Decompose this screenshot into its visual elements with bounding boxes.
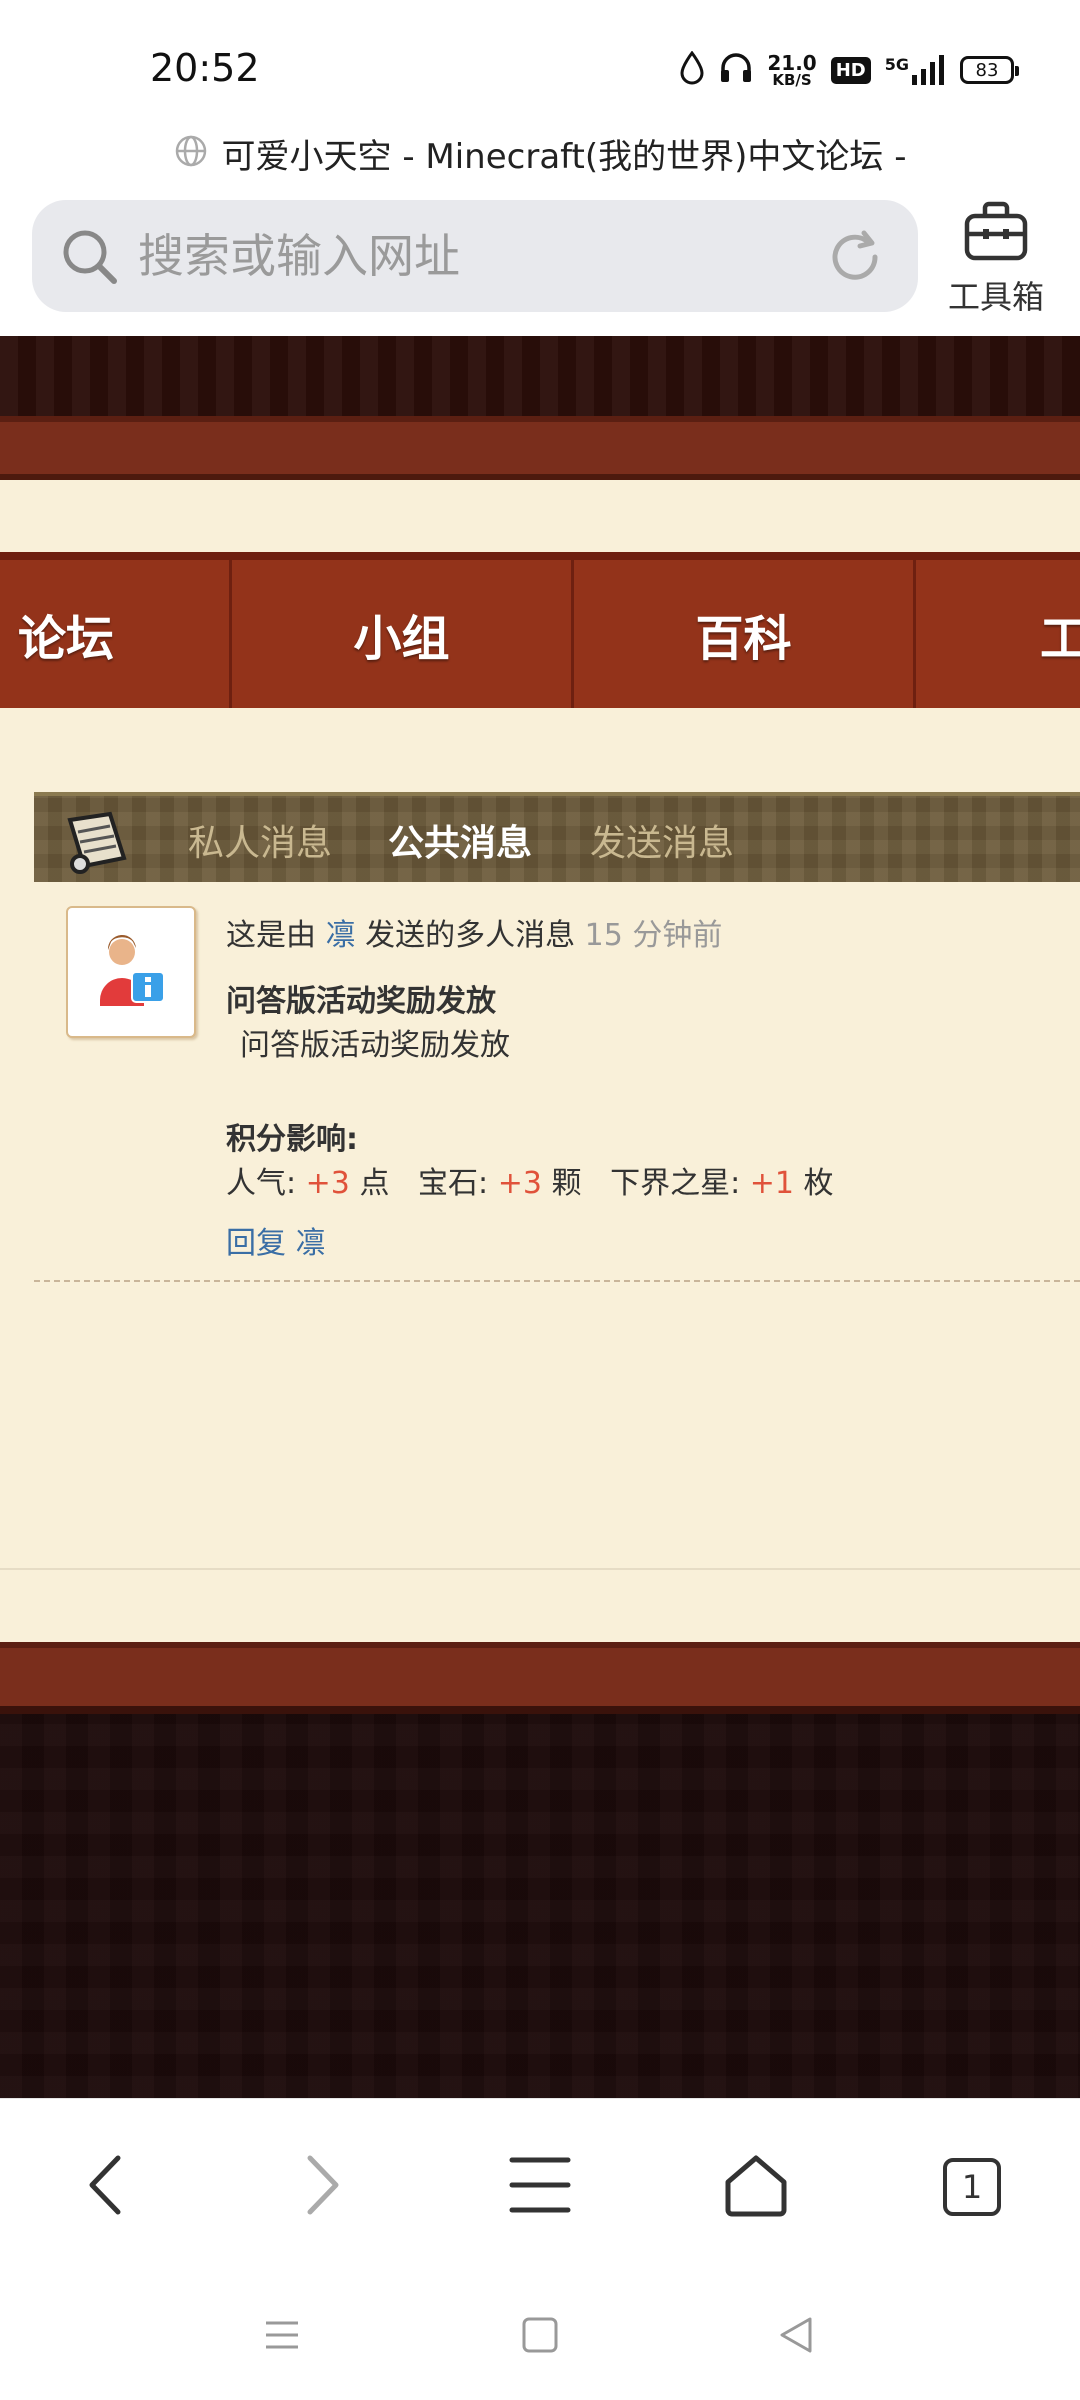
globe-icon <box>174 134 208 172</box>
nav-item-tools[interactable]: 工 <box>916 560 1080 708</box>
speed-value: 21.0 <box>767 50 817 75</box>
score-label: 积分影响: <box>226 1122 358 1157</box>
reply-label: 回复 <box>226 1226 286 1261</box>
sender-link[interactable]: 凛 <box>326 918 356 953</box>
nav-item-forum[interactable]: 论坛 <box>0 560 232 708</box>
menu-icon <box>508 2154 572 2220</box>
message-body: 问答版活动奖励发放 <box>240 1028 510 1063</box>
nav-item-wiki[interactable]: 百科 <box>574 560 916 708</box>
signal-5g-icon: 5G <box>885 55 946 85</box>
tab-send-message[interactable]: 发送消息 <box>590 814 734 866</box>
nav-item-group[interactable]: 小组 <box>232 560 574 708</box>
chevron-right-icon <box>300 2152 344 2222</box>
site-header-bg <box>0 336 1080 416</box>
reply-link[interactable]: 回复 凛 <box>226 1218 326 1262</box>
square-icon <box>520 2315 560 2359</box>
screen: 20:52 21.0 KB/S HD 5G 83 可爱小天空 - Minecra… <box>0 0 1080 2400</box>
message-prefix: 这是由 <box>226 918 316 953</box>
recent-apps-button[interactable] <box>252 2312 312 2362</box>
menu-button[interactable] <box>500 2147 580 2227</box>
triangle-back-icon <box>776 2315 816 2359</box>
message-time: 15 分钟前 <box>584 918 723 953</box>
avatar[interactable] <box>66 906 196 1038</box>
network-speed: 21.0 KB/S <box>767 53 816 88</box>
web-content: 论坛 小组 百科 工 私人消息 公共消息 发送消息 这是由 凛 发送的多人消息 … <box>0 336 1080 2098</box>
home-button[interactable] <box>716 2147 796 2227</box>
address-bar[interactable] <box>32 200 918 312</box>
browser-toolbar: 1 <box>0 2098 1080 2268</box>
score-nether-star-unit: 枚 <box>803 1166 834 1201</box>
refresh-icon[interactable] <box>826 228 884 290</box>
tab-count-icon: 1 <box>943 2158 1001 2216</box>
system-nav-bar <box>0 2268 1080 2400</box>
site-header-stripe <box>0 416 1080 480</box>
site-footer-stripe <box>0 1642 1080 1714</box>
tab-count: 1 <box>961 2168 983 2206</box>
tabs-button[interactable]: 1 <box>932 2147 1012 2227</box>
status-icons: 21.0 KB/S HD 5G 83 <box>679 48 1019 92</box>
battery-indicator: 83 <box>960 56 1019 84</box>
score-nether-star-name: 下界之星: <box>610 1166 741 1201</box>
tab-public-messages[interactable]: 公共消息 <box>388 814 532 866</box>
score-popularity-value: +3 <box>305 1166 350 1201</box>
message-suffix: 发送的多人消息 <box>365 918 576 953</box>
back-system-button[interactable] <box>766 2312 826 2362</box>
forward-button[interactable] <box>282 2147 362 2227</box>
page-title-row: 可爱小天空 - Minecraft(我的世界)中文论坛 - <box>0 128 1080 178</box>
back-button[interactable] <box>66 2147 146 2227</box>
headphones-icon <box>719 52 753 88</box>
page-title: 可爱小天空 - Minecraft(我的世界)中文论坛 - <box>221 136 907 177</box>
user-info-icon <box>96 934 168 1014</box>
status-time: 20:52 <box>150 46 260 90</box>
score-gem-name: 宝石: <box>418 1166 489 1201</box>
speed-unit: KB/S <box>772 70 812 89</box>
toolbox-button[interactable]: 工具箱 <box>940 196 1060 320</box>
message-divider <box>34 1280 1080 1282</box>
message-title: 问答版活动奖励发放 <box>226 984 496 1019</box>
toolbox-label: 工具箱 <box>948 278 1045 316</box>
home-icon <box>722 2152 790 2222</box>
score-gem-value: +3 <box>497 1166 542 1201</box>
score-popularity-unit: 点 <box>359 1166 390 1201</box>
battery-level: 83 <box>975 59 999 81</box>
content-divider <box>0 1568 1080 1570</box>
home-system-button[interactable] <box>510 2312 570 2362</box>
toolbox-icon <box>963 198 1029 268</box>
message-meta: 这是由 凛 发送的多人消息 15 分钟前 <box>226 910 722 954</box>
network-label: 5G <box>884 55 909 74</box>
message-tabs: 私人消息 公共消息 发送消息 <box>34 792 1080 882</box>
reply-target: 凛 <box>295 1226 326 1261</box>
hd-badge: HD <box>830 56 871 84</box>
score-line: 人气: +3 点 宝石: +3 颗 下界之星: +1 枚 <box>226 1158 834 1202</box>
search-icon <box>60 227 120 291</box>
score-gem-unit: 颗 <box>551 1166 582 1201</box>
site-footer-bg <box>0 1714 1080 2098</box>
tab-private-messages[interactable]: 私人消息 <box>188 814 332 866</box>
address-input[interactable] <box>138 226 738 286</box>
score-nether-star-value: +1 <box>749 1166 794 1201</box>
status-bar: 20:52 21.0 KB/S HD 5G 83 <box>0 0 1080 130</box>
scroll-icon <box>60 806 136 876</box>
site-header-spacer <box>0 480 1080 552</box>
water-drop-icon <box>679 50 705 89</box>
score-popularity-name: 人气: <box>226 1166 297 1201</box>
recent-apps-icon <box>262 2315 302 2359</box>
site-nav: 论坛 小组 百科 工 <box>0 552 1080 708</box>
chevron-left-icon <box>84 2152 128 2222</box>
